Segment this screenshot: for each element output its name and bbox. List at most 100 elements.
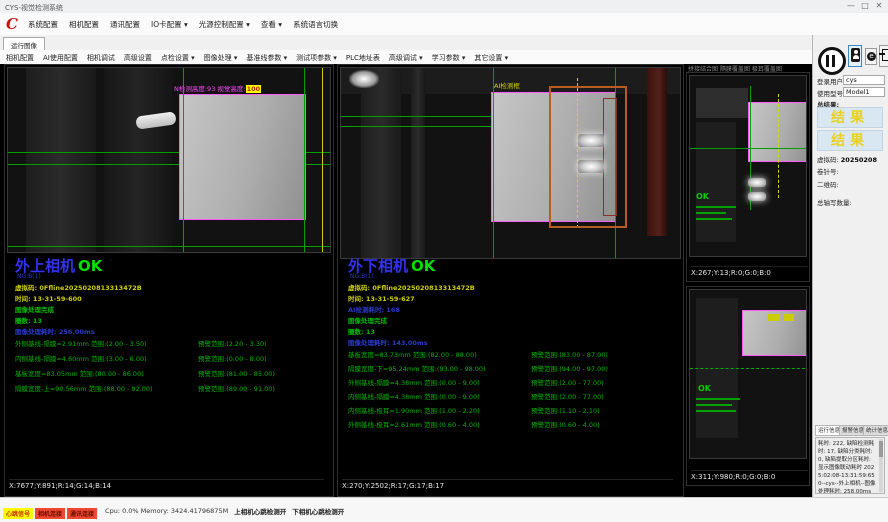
toolbar-item[interactable]: 高级调试 ▾: [389, 53, 423, 63]
result-text-line: [696, 212, 726, 214]
pause-icon: [832, 55, 835, 67]
measurement-value: 基板宽度=83.05mm 范围:(80.00 - 86.00): [15, 368, 198, 383]
toolbar-item[interactable]: 基准线参数 ▾: [246, 53, 287, 63]
toolbar-item[interactable]: 测试项参数 ▾: [296, 53, 337, 63]
label-mark-yellow: [768, 314, 780, 321]
pause-button[interactable]: [818, 47, 846, 75]
pause-icon: [826, 55, 829, 67]
machine-column: [26, 68, 96, 252]
result-text-line: [696, 218, 732, 220]
logout-button[interactable]: [879, 45, 888, 67]
loop-count: 圈数: 13: [348, 326, 375, 336]
toolbar-item[interactable]: 图像处理 ▾: [204, 53, 238, 63]
menu-item[interactable]: 通讯配置: [110, 19, 140, 30]
measurement-row: 内侧基线-隔膜=4.60mm 范围:(3.00 - 6.00) 预警范围:(0.…: [15, 353, 329, 368]
menu-items: 系统配置相机配置通讯配置 IO卡配置 ▾ 光源控制配置 ▾ 查看 ▾ 系统语言切换: [28, 19, 338, 30]
left-camera-image[interactable]: N检测高度:93 视觉高度:100: [7, 67, 331, 253]
measurement-value: 隔膜宽度-下=95.24mm 范围:(93.00 - 98.00): [348, 363, 531, 377]
toolbar-item[interactable]: 其它设置 ▾: [474, 53, 508, 63]
loop-count: 圈数: 13: [15, 315, 42, 325]
barcode-line: 虚拟码: 0Ffline2025020813313472B: [15, 282, 142, 292]
e-stop-button[interactable]: e: [865, 48, 877, 65]
heartbeat-badge: 心跳信号: [3, 508, 33, 519]
toolbar-item[interactable]: 学习参数 ▾: [432, 53, 466, 63]
toolbar-item[interactable]: 相机调试: [87, 53, 115, 63]
menu-item[interactable]: 系统配置: [28, 19, 58, 30]
minimize-button[interactable]: —: [844, 1, 858, 10]
window-title: CYS-视觉检测系统: [5, 3, 63, 13]
log-scrollbar[interactable]: [879, 439, 883, 492]
overview-image-bottom[interactable]: OK: [689, 289, 807, 459]
time-line: 时间: 13-31-59-627: [348, 293, 415, 303]
menu-item[interactable]: 系统语言切换: [293, 19, 338, 30]
small-panels-column: 拼接结合图 隔膜覆盖图 极耳覆盖图 OK X:267;: [686, 64, 810, 497]
measurement-row: 外侧基线-隔膜=4.38mm 范围:(0.00 - 9.00) 预警范围:(2.…: [348, 377, 679, 391]
log-scrollbar-thumb[interactable]: [879, 441, 883, 457]
cpu-memory-text: Cpu: 0.0% Memory: 3424.41796875M: [105, 507, 228, 515]
measurement-rows: 基板宽度=83.73mm 范围:(82.00 - 88.00) 预警范围:(83…: [348, 349, 679, 433]
warning-range: 预警范围:(2.20 - 3.30): [198, 338, 329, 353]
status-ok: OK: [411, 257, 435, 275]
measurement-value: 基板宽度=83.73mm 范围:(82.00 - 88.00): [348, 349, 531, 363]
result-text-line: [696, 410, 736, 412]
weld-tab-highlight: [748, 178, 766, 187]
guide-line-h: [341, 116, 511, 117]
overview-panel-top: OK X:267;Y:13;R:0;G:0;B:0: [686, 72, 810, 282]
e-icon: e: [867, 52, 876, 61]
measurement-row: 隔膜宽度-下=95.24mm 范围:(93.00 - 98.00) 预警范围:(…: [348, 363, 679, 377]
warning-range: 预警范围:(0.60 - 4.00): [531, 419, 679, 433]
measurement-row: 外侧基线-极耳=2.61mm 范围:(0.60 - 4.00) 预警范围:(0.…: [348, 419, 679, 433]
weld-tab-highlight: [578, 134, 604, 147]
title-bar: CYS-视觉检测系统 — □ ✕: [0, 0, 888, 14]
status-bar: 心跳信号相机连接通讯连接 Cpu: 0.0% Memory: 3424.4179…: [0, 497, 888, 522]
machine-column: [411, 68, 425, 258]
warning-range: 预警范围:(83.00 - 87.00): [531, 349, 679, 363]
mid-camera-image[interactable]: AI检测框: [340, 67, 681, 259]
height-annotation: N检测高度:93 视觉高度:100: [174, 83, 261, 93]
guide-line-v: [183, 68, 184, 252]
virtual-code-value: 20250208: [841, 156, 877, 164]
pixel-coordinates: X:267;Y:13;R:0;G:0;B:0: [691, 266, 808, 277]
menu-item[interactable]: 光源控制配置 ▾: [199, 19, 250, 30]
process-time: 图像处理耗时: 256.00ms: [15, 326, 95, 336]
status-ok: OK: [698, 384, 711, 393]
machine-column-red: [647, 68, 667, 236]
menu-item[interactable]: 相机配置: [69, 19, 99, 30]
status-ok: OK: [78, 257, 102, 275]
toolbar-items: 相机配置 AI使用配置相机调试高级设置点检设置 ▾ 图像处理 ▾ 基准线参数 ▾ 测试项…: [6, 53, 508, 63]
separator-line-yellow: [778, 94, 779, 198]
camera-connect-badge: 相机连接: [35, 508, 65, 519]
toolbar-item[interactable]: 相机配置: [6, 53, 34, 63]
status-ok: OK: [696, 192, 709, 201]
measurement-row: 外侧基线-隔膜=2.91mm 范围:(2.00 - 3.50) 预警范围:(2.…: [15, 338, 329, 353]
guide-line-h: [8, 246, 331, 247]
machine-block: [696, 122, 736, 242]
light-reflection: [349, 70, 379, 88]
pixel-coordinates: X:311;Y:980;R:0;G:0;B:0: [691, 470, 808, 481]
machine-column: [361, 68, 401, 258]
user-mode-button[interactable]: [848, 45, 862, 67]
model-field[interactable]: [843, 87, 885, 97]
close-button[interactable]: ✕: [872, 1, 886, 10]
measurement-value: 隔膜宽度-上=90.56mm 范围:(88.00 - 92.00): [15, 383, 198, 398]
toolbar-item[interactable]: 点检设置 ▾: [161, 53, 195, 63]
maximize-button[interactable]: □: [858, 1, 872, 10]
user-icon: [851, 48, 860, 62]
toolbar-item[interactable]: PLC地址表: [346, 53, 380, 63]
toolbar-item[interactable]: 高级设置: [124, 53, 152, 63]
menu-item[interactable]: 查看 ▾: [261, 19, 282, 30]
measurement-value: 内侧基线-隔膜=4.38mm 范围:(0.00 - 9.00): [348, 391, 531, 405]
log-tab-stats-info[interactable]: 统计信息: [863, 425, 888, 436]
menu-item[interactable]: IO卡配置 ▾: [151, 19, 188, 30]
measurement-value: 内侧基线-隔膜=4.60mm 范围:(3.00 - 6.00): [15, 353, 198, 368]
edge-line-yellow: [322, 68, 323, 252]
toolbar-item[interactable]: AI使用配置: [43, 53, 78, 63]
measurement-value: 外侧基线-隔膜=2.91mm 范围:(2.00 - 3.50): [15, 338, 198, 353]
measurement-row: 隔膜宽度-上=90.56mm 范围:(88.00 - 92.00) 预警范围:(…: [15, 383, 329, 398]
app-logo-icon: C: [6, 15, 18, 33]
warning-range: 预警范围:(1.10 - 2.10): [531, 405, 679, 419]
overview-image-top[interactable]: OK: [689, 75, 807, 257]
application-window: CYS-视觉检测系统 — □ ✕ C 系统配置相机配置通讯配置IO卡配置 ▾光源…: [0, 0, 888, 522]
done-line: 图像处理完成: [348, 315, 387, 325]
login-user-field[interactable]: [843, 75, 885, 85]
